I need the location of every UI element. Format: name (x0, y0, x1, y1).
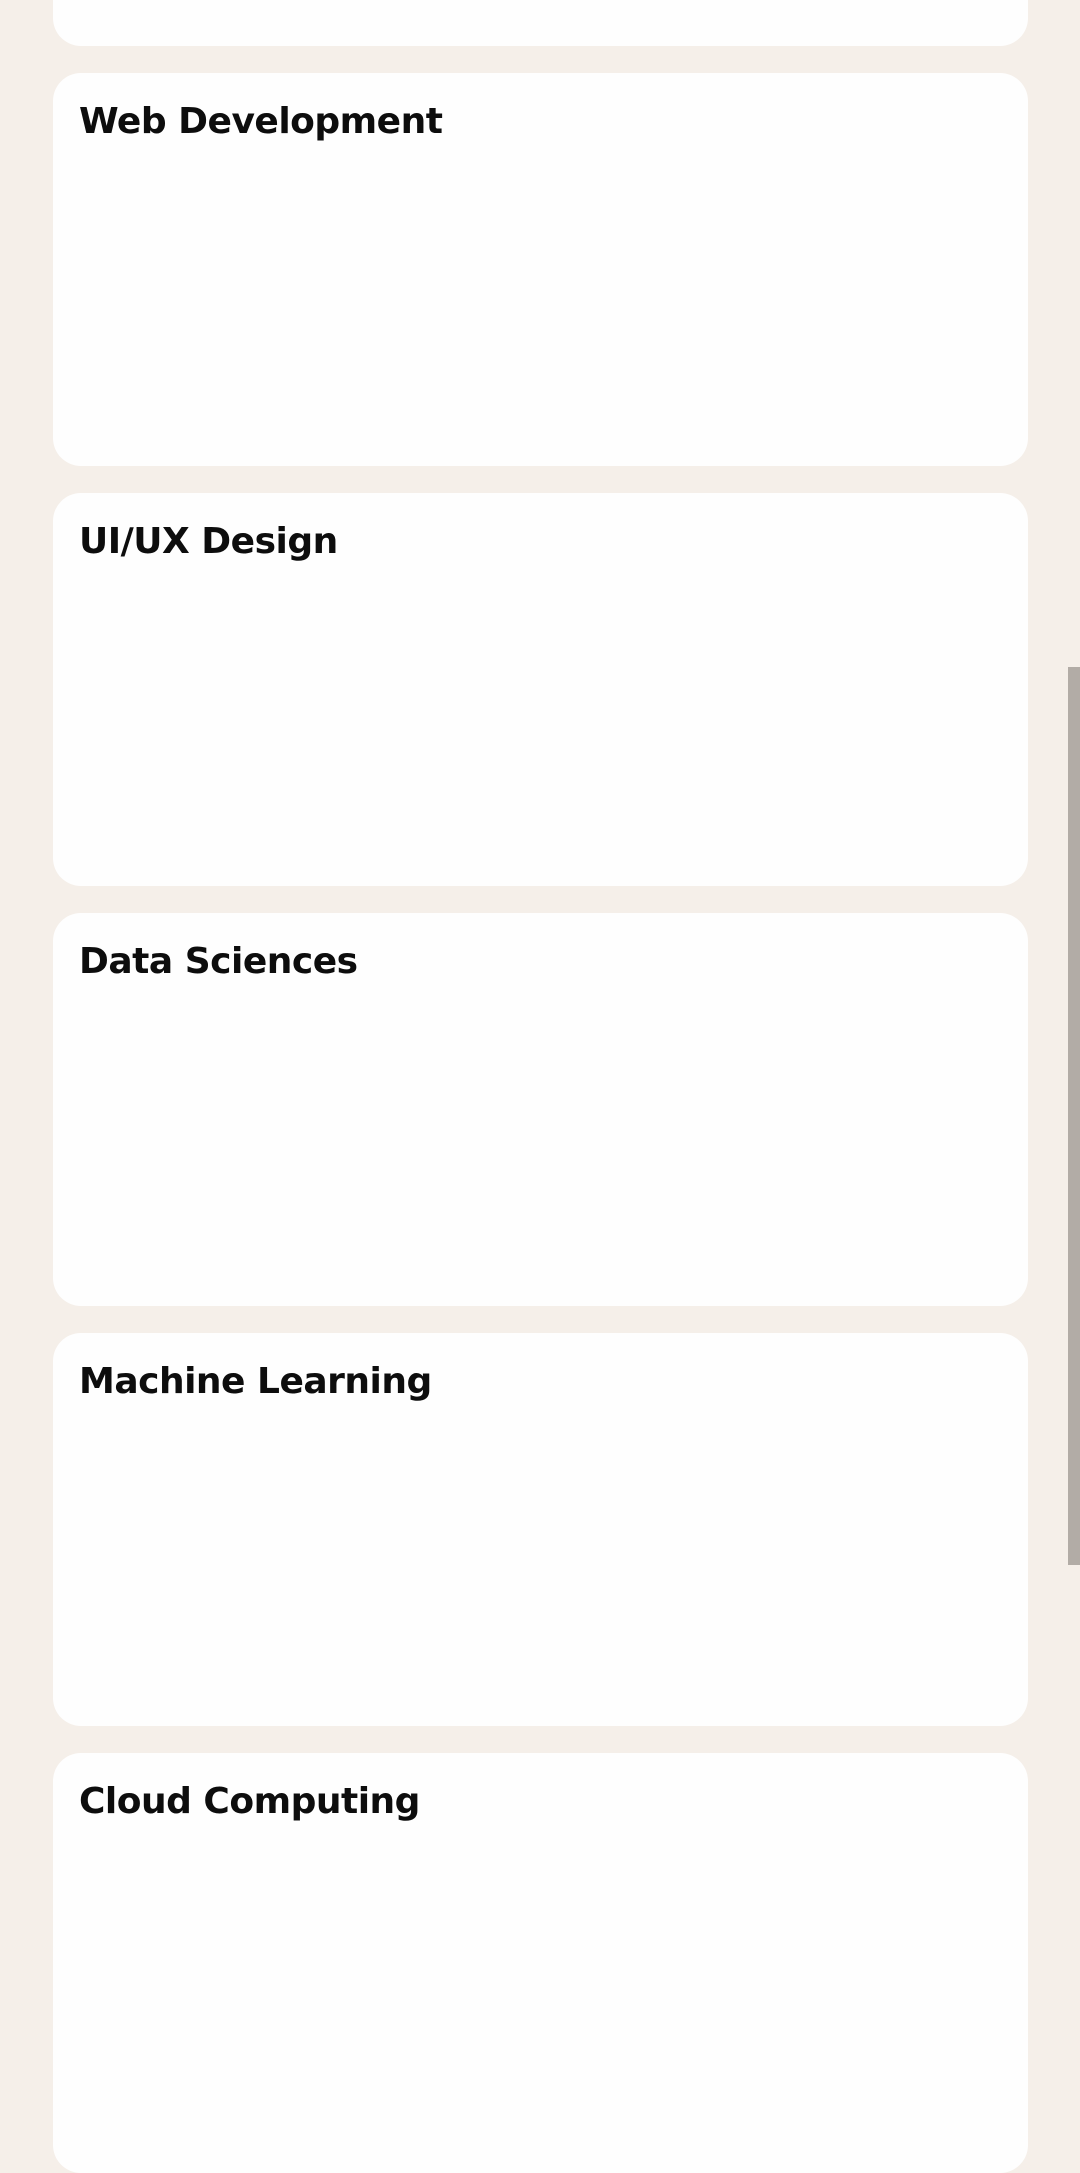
card-title: Cloud Computing (79, 1781, 420, 1822)
scrollbar-thumb[interactable] (1068, 667, 1080, 1565)
course-card-cloud-computing[interactable]: Cloud Computing (53, 1753, 1028, 2173)
card-title: Web Development (79, 101, 443, 142)
course-card-ui-ux-design[interactable]: UI/UX Design (53, 493, 1028, 886)
course-card-data-sciences[interactable]: Data Sciences (53, 913, 1028, 1306)
course-card-partial[interactable] (53, 0, 1028, 46)
card-title: Machine Learning (79, 1361, 432, 1402)
card-title: UI/UX Design (79, 521, 338, 562)
course-card-machine-learning[interactable]: Machine Learning (53, 1333, 1028, 1726)
card-title: Data Sciences (79, 941, 358, 982)
course-card-web-development[interactable]: Web Development (53, 73, 1028, 466)
